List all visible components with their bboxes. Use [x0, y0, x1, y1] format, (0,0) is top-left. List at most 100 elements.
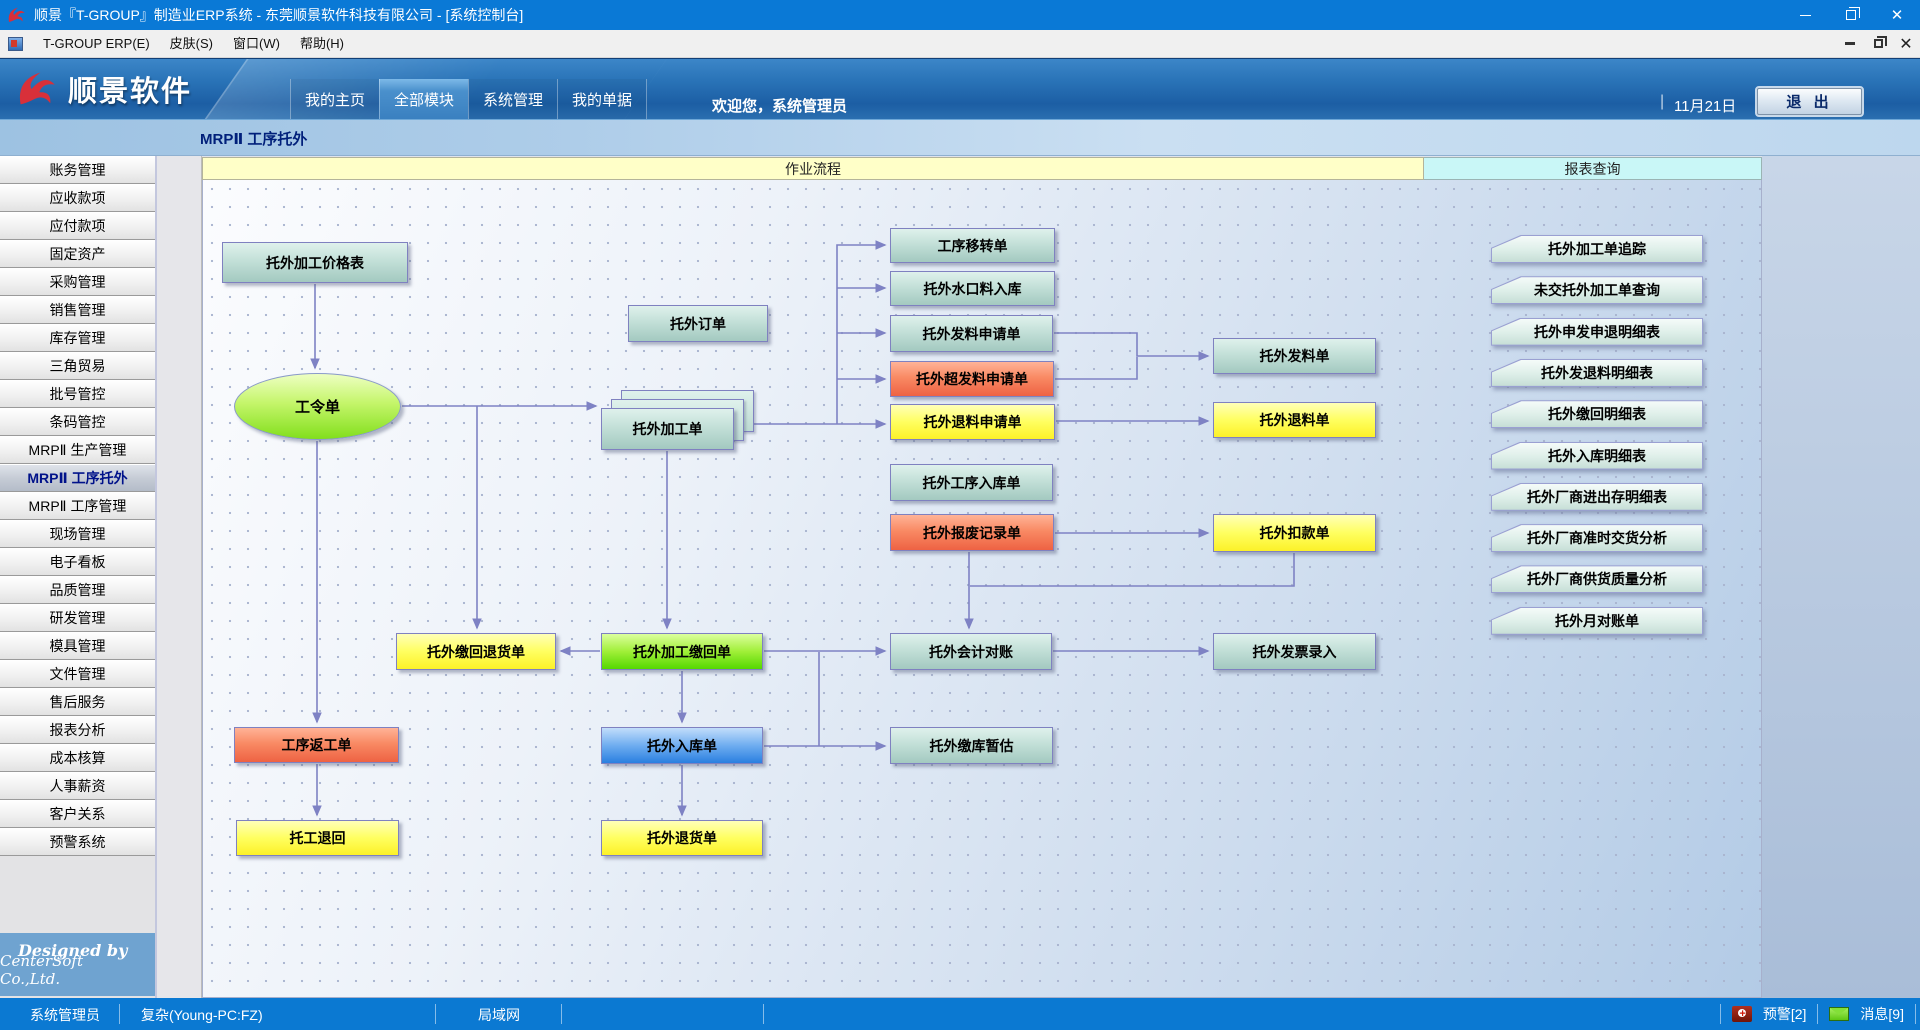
node-outsource-order[interactable]: 托外订单	[628, 305, 768, 342]
flow-edge-11	[1055, 357, 1137, 379]
sidebar-item-16[interactable]: 研发管理	[0, 604, 155, 632]
sidebar-item-8[interactable]: 批号管控	[0, 380, 155, 408]
node-accounting[interactable]: 托外会计对账	[890, 633, 1052, 670]
node-process-in[interactable]: 托外工序入库单	[890, 464, 1053, 501]
flow-canvas: 托外加工价格表工令单托外订单托外加工单工序移转单托外水口料入库托外发料申请单托外…	[202, 180, 1762, 998]
sidebar-item-21[interactable]: 成本核算	[0, 744, 155, 772]
report-button-9[interactable]: 托外月对账单	[1491, 607, 1703, 635]
sidebar-list: 账务管理应收款项应付款项固定资产采购管理销售管理库存管理三角贸易批号管控条码管控…	[0, 156, 155, 856]
sidebar-item-22[interactable]: 人事薪资	[0, 772, 155, 800]
sidebar-item-9[interactable]: 条码管控	[0, 408, 155, 436]
sidebar-item-1[interactable]: 应收款项	[0, 184, 155, 212]
sidebar-item-10[interactable]: MRPⅡ 生产管理	[0, 436, 155, 464]
minimize-button[interactable]	[1782, 0, 1828, 30]
nav-tab-0[interactable]: 我的主页	[290, 79, 379, 119]
node-process-return[interactable]: 托外加工缴回单	[601, 633, 763, 670]
status-message[interactable]: 消息[9]	[1860, 1004, 1904, 1024]
sidebar-item-14[interactable]: 电子看板	[0, 548, 155, 576]
menu-item-0[interactable]: T-GROUP ERP(E)	[33, 30, 160, 58]
sidebar-item-23[interactable]: 客户关系	[0, 800, 155, 828]
alert-icon	[1732, 1006, 1752, 1022]
sidebar-item-7[interactable]: 三角贸易	[0, 352, 155, 380]
node-return-goods[interactable]: 托外缴回退货单	[396, 633, 556, 670]
sidebar-item-6[interactable]: 库存管理	[0, 324, 155, 352]
sidebar-item-15[interactable]: 品质管理	[0, 576, 155, 604]
mdi-close-button[interactable]: ✕	[1892, 32, 1920, 56]
brand-logo-icon	[14, 67, 58, 111]
sidebar-item-19[interactable]: 售后服务	[0, 688, 155, 716]
node-deduction-note[interactable]: 托外扣款单	[1213, 514, 1376, 552]
date-text: 11月21日	[1674, 95, 1736, 116]
report-button-label: 托外申发申退明细表	[1492, 319, 1702, 345]
mdi-child-icon	[8, 37, 23, 51]
mdi-close-icon: ✕	[1899, 34, 1912, 54]
sidebar-item-5[interactable]: 销售管理	[0, 296, 155, 324]
node-return-note[interactable]: 托外退料单	[1213, 402, 1376, 438]
node-invoice-entry[interactable]: 托外发票录入	[1213, 633, 1376, 670]
status-separator	[435, 1004, 436, 1024]
report-button-label: 托外入库明细表	[1492, 443, 1702, 469]
designed-by-line2: CenterSoft Co.,Ltd.	[0, 952, 145, 988]
nav-tab-2[interactable]: 系统管理	[468, 79, 557, 119]
sidebar-item-4[interactable]: 采购管理	[0, 268, 155, 296]
report-button-label: 托外厂商进出存明细表	[1492, 484, 1702, 510]
designed-by-panel: Designed by CenterSoft Co.,Ltd.	[0, 933, 155, 996]
close-button[interactable]: ✕	[1874, 0, 1920, 30]
report-button-label: 未交托外加工单查询	[1492, 277, 1702, 303]
exit-button[interactable]: 退 出	[1757, 88, 1862, 115]
node-process-order[interactable]: 托外加工单	[601, 408, 734, 450]
report-button-6[interactable]: 托外厂商进出存明细表	[1491, 483, 1703, 511]
header-banner: 顺景软件 我的主页全部模块系统管理我的单据 欢迎您，系统管理员 | 11月21日…	[0, 58, 1920, 120]
window-title: 顺景『T-GROUP』制造业ERP系统 - 东莞顺景软件科技有限公司 - [系统…	[34, 5, 1782, 25]
mdi-minimize-icon	[1845, 42, 1855, 45]
node-work-order[interactable]: 工令单	[234, 373, 401, 440]
report-button-label: 托外厂商准时交货分析	[1492, 525, 1702, 551]
sidebar-item-17[interactable]: 模具管理	[0, 632, 155, 660]
node-scrap-record[interactable]: 托外报废记录单	[890, 514, 1054, 551]
sidebar-item-18[interactable]: 文件管理	[0, 660, 155, 688]
sidebar-item-12[interactable]: MRPⅡ 工序管理	[0, 492, 155, 520]
node-outsource-return[interactable]: 托外退货单	[601, 820, 763, 856]
sidebar-item-24[interactable]: 预警系统	[0, 828, 155, 856]
status-separator	[763, 1004, 764, 1024]
report-button-1[interactable]: 未交托外加工单查询	[1491, 276, 1703, 304]
sidebar-item-3[interactable]: 固定资产	[0, 240, 155, 268]
sidebar-item-2[interactable]: 应付款项	[0, 212, 155, 240]
report-button-5[interactable]: 托外入库明细表	[1491, 442, 1703, 470]
nav-tab-3[interactable]: 我的单据	[557, 79, 647, 119]
node-storage-estimate[interactable]: 托外缴库暂估	[890, 727, 1053, 764]
node-transfer-note[interactable]: 工序移转单	[890, 228, 1055, 263]
status-alert[interactable]: 预警[2]	[1763, 1004, 1807, 1024]
restore-button[interactable]	[1828, 0, 1874, 30]
sidebar-item-11[interactable]: MRPⅡ 工序托外	[0, 464, 155, 492]
node-rework-order[interactable]: 工序返工单	[234, 727, 399, 763]
menu-item-1[interactable]: 皮肤(S)	[160, 30, 223, 58]
node-price-list[interactable]: 托外加工价格表	[222, 242, 408, 283]
node-sprue-in[interactable]: 托外水口料入库	[890, 271, 1055, 306]
node-issue-note[interactable]: 托外发料单	[1213, 338, 1376, 374]
report-button-2[interactable]: 托外申发申退明细表	[1491, 318, 1703, 346]
sidebar-item-20[interactable]: 报表分析	[0, 716, 155, 744]
status-separator	[1817, 1004, 1818, 1024]
node-issue-apply[interactable]: 托外发料申请单	[890, 315, 1053, 352]
menu-item-3[interactable]: 帮助(H)	[290, 30, 354, 58]
sidebar-item-13[interactable]: 现场管理	[0, 520, 155, 548]
report-button-3[interactable]: 托外发退料明细表	[1491, 359, 1703, 387]
report-button-4[interactable]: 托外缴回明细表	[1491, 400, 1703, 428]
report-button-8[interactable]: 托外厂商供货质量分析	[1491, 565, 1703, 593]
restore-icon	[1846, 10, 1856, 20]
main-panel: 作业流程 报表查询 托外加工价格表工令单托外订单托外加工单工序移转单托外水口料入…	[157, 156, 1920, 998]
mdi-restore-button[interactable]	[1864, 32, 1892, 56]
app-logo-icon	[6, 5, 26, 25]
menu-item-2[interactable]: 窗口(W)	[223, 30, 290, 58]
mdi-minimize-button[interactable]	[1836, 32, 1864, 56]
node-return-apply[interactable]: 托外退料申请单	[890, 404, 1055, 440]
report-button-7[interactable]: 托外厂商准时交货分析	[1491, 524, 1703, 552]
sidebar-item-0[interactable]: 账务管理	[0, 156, 155, 184]
node-work-return[interactable]: 托工退回	[236, 820, 399, 856]
node-warehouse-in[interactable]: 托外入库单	[601, 727, 763, 764]
nav-tab-1[interactable]: 全部模块	[379, 79, 468, 119]
report-button-0[interactable]: 托外加工单追踪	[1491, 235, 1703, 263]
minimize-icon	[1800, 15, 1811, 16]
node-over-issue-apply[interactable]: 托外超发料申请单	[890, 361, 1054, 397]
